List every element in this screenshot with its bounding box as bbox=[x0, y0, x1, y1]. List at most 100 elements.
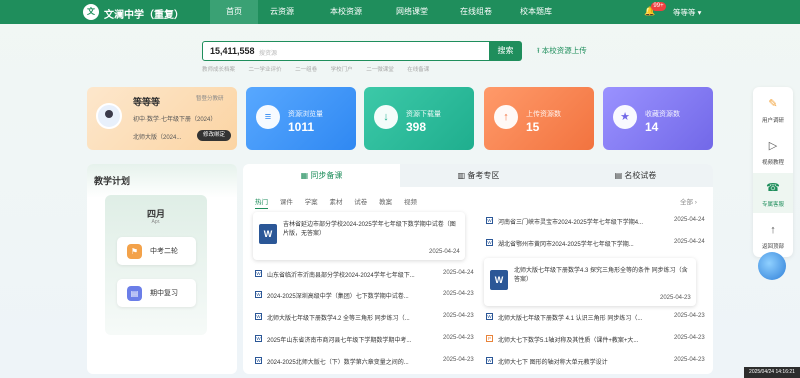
quick-link[interactable]: 二一微课堂 bbox=[366, 67, 394, 73]
stat-value: 1011 bbox=[288, 120, 315, 134]
sidebar-customer-service[interactable]: ☎ 专属客服 bbox=[753, 173, 793, 213]
stat-card-downloads[interactable]: ↓ 资源下载量 398 bbox=[364, 87, 474, 150]
sidebar-user-survey[interactable]: ✎ 用户调研 bbox=[753, 89, 793, 129]
sidebar-label: 用户调研 bbox=[761, 118, 784, 124]
system-clock: 2025/04/24 14:16:21 bbox=[744, 367, 800, 378]
resource-title: 北师大版七年级下册数学 4.1 认识三角形 同步练习（... bbox=[498, 316, 643, 322]
resource-row[interactable]: W 北师大版七年级下册数学 4.1 认识三角形 同步练习（... 2025-04-2… bbox=[486, 311, 708, 323]
pdf-doc-icon: P bbox=[486, 335, 493, 342]
resource-row[interactable]: W 北师大版七年级下册数学4.2 全等三角形 同步练习（... 2025-04-23 bbox=[255, 311, 477, 323]
plan-item-midterm-review[interactable]: ▤ 期中复习 bbox=[117, 279, 196, 307]
resource-row[interactable]: W 2025年山东省济南市商河县七年级下学期数学期中考... 2025-04-23 bbox=[255, 333, 477, 345]
nav-school-resources[interactable]: 本校资源 bbox=[322, 0, 370, 24]
resource-row[interactable]: W 山东省临沂市沂南县部分学校2024-2024学年七年级下... 2025-04-… bbox=[255, 268, 477, 280]
quick-link[interactable]: 二一学业评价 bbox=[249, 67, 282, 73]
upload-icon: ↑ bbox=[494, 105, 518, 129]
stat-value: 15 bbox=[526, 120, 540, 134]
tab-sync-prep[interactable]: ▦ 同步备课 bbox=[243, 164, 400, 187]
user-menu[interactable]: 等等等 ▾ bbox=[673, 7, 701, 18]
arrow-up-icon: ↑ bbox=[770, 224, 776, 236]
filter-study-guide[interactable]: 学案 bbox=[305, 199, 318, 206]
resource-title: 湖北省鄂州市黄冈市2024-2025学年七年级下学期... bbox=[498, 242, 634, 248]
quick-link[interactable]: 教师成长档案 bbox=[202, 67, 235, 73]
filter-lesson-plan[interactable]: 教案 bbox=[379, 199, 392, 206]
word-doc-icon: W bbox=[486, 217, 493, 224]
filter-test[interactable]: 试卷 bbox=[354, 199, 367, 206]
featured-resource-left[interactable]: W 吉林省延边市部分学校2024-2025学年七年级下数学期中试卷（图片版，无答… bbox=[253, 212, 465, 260]
plan-item-exam-review[interactable]: ⚑ 中考二轮 bbox=[117, 237, 196, 265]
resource-row[interactable]: W 北师大七下 图形的轴对称大单元教学设计 2025-04-23 bbox=[486, 355, 708, 367]
filter-video[interactable]: 视频 bbox=[404, 199, 417, 206]
view-all-link[interactable]: 全部 › bbox=[680, 196, 697, 206]
nav-home[interactable]: 首页 bbox=[210, 0, 258, 24]
resource-row[interactable]: W 2024-2025北师大版七（下）数学第六章变量之间的... 2025-04-2… bbox=[255, 355, 477, 367]
resource-row[interactable]: P 北师大七下数学5.1轴对称及其性质（课件+教案+大... 2025-04-23 bbox=[486, 333, 708, 345]
resource-title: 2024-2025深圳高级中学（集团）七下数学期中试卷... bbox=[267, 294, 409, 300]
resource-title: 2024-2025北师大版七（下）数学第六章变量之间的... bbox=[267, 360, 409, 366]
resource-date: 2025-04-24 bbox=[674, 217, 705, 223]
featured-resource-right[interactable]: W 北师大版七年级下册数学4.3 探究三角形全等的条件 同步练习（含答案） 20… bbox=[484, 258, 696, 306]
document-icon: ≡ bbox=[256, 105, 280, 129]
resource-panel: ▦ 同步备课 ▥ 备考专区 ▤ 名校试卷 热门 课件 学案 素材 试卷 教案 视… bbox=[243, 164, 713, 374]
sidebar-back-to-top[interactable]: ↑ 返回顶部 bbox=[753, 215, 793, 255]
school-name[interactable]: 文澜中学（重复） bbox=[104, 6, 184, 21]
month-card: 四月 Apr. ⚑ 中考二轮 ▤ 期中复习 bbox=[105, 195, 207, 335]
resource-type-filter: 热门 课件 学案 素材 试卷 教案 视频 bbox=[255, 196, 427, 209]
resource-date: 2025-04-23 bbox=[443, 357, 474, 363]
word-doc-icon: W bbox=[486, 357, 493, 364]
nav-online-paper[interactable]: 在线组卷 bbox=[452, 0, 500, 24]
nav-online-class[interactable]: 网络课堂 bbox=[388, 0, 436, 24]
filter-material[interactable]: 素材 bbox=[329, 199, 342, 206]
resource-row[interactable]: W 湖北省鄂州市黄冈市2024-2025学年七年级下学期... 2025-04-24 bbox=[486, 237, 708, 249]
upload-resource-link[interactable]: ⭱ 本校资源上传 bbox=[537, 45, 587, 58]
quick-link[interactable]: 学校门户 bbox=[331, 67, 353, 73]
word-doc-icon: W bbox=[255, 313, 262, 320]
resource-title: 北师大版七年级下册数学4.2 全等三角形 同步练习（... bbox=[267, 316, 410, 322]
stat-card-views[interactable]: ≡ 资源浏览量 1011 bbox=[246, 87, 356, 150]
word-doc-icon: W bbox=[486, 239, 493, 246]
tab-famous-school-papers[interactable]: ▤ 名校试卷 bbox=[557, 164, 713, 187]
word-doc-icon: W bbox=[255, 357, 262, 364]
top-nav-bar: 文 文澜中学（重复） 首页 云资源 本校资源 网络课堂 在线组卷 校本题库 🔔 … bbox=[0, 0, 800, 24]
plan-item-label: 期中复习 bbox=[150, 290, 178, 297]
video-icon: ▷ bbox=[768, 140, 778, 152]
resource-row[interactable]: W 河南省三门峡市灵宝市2024-2025学年七年级下学期4... 2025-04-… bbox=[486, 215, 708, 227]
word-doc-icon: W bbox=[255, 270, 262, 277]
sidebar-video-tutorial[interactable]: ▷ 视频教程 bbox=[753, 131, 793, 171]
assistant-bot-icon[interactable] bbox=[758, 252, 786, 280]
calendar-icon: ▦ bbox=[300, 171, 311, 180]
resource-tabs: ▦ 同步备课 ▥ 备考专区 ▤ 名校试卷 bbox=[243, 164, 713, 187]
resource-title: 北师大版七年级下册数学4.3 探究三角形全等的条件 同步练习（含答案） bbox=[514, 268, 688, 283]
resource-title: 山东省临沂市沂南县部分学校2024-2024学年七年级下... bbox=[267, 273, 415, 279]
resource-date: 2025-04-24 bbox=[674, 239, 705, 245]
search-box[interactable]: 15,411,558 搜资源 搜索 bbox=[202, 41, 522, 61]
stat-label: 收藏资源数 bbox=[645, 111, 680, 118]
quick-link[interactable]: 二一组卷 bbox=[295, 67, 317, 73]
tab-label: 同步备课 bbox=[310, 171, 343, 180]
star-icon: ★ bbox=[613, 105, 637, 129]
user-name: 等等等 bbox=[133, 97, 161, 107]
edit-binding-button[interactable]: 修改绑定 bbox=[197, 130, 231, 141]
stat-value: 398 bbox=[406, 120, 427, 134]
tab-label: 备考专区 bbox=[467, 171, 500, 180]
nav-cloud-resources[interactable]: 云资源 bbox=[258, 0, 306, 24]
switch-role-link[interactable]: 暂登分教研 bbox=[196, 94, 224, 102]
nav-school-question-bank[interactable]: 校本题库 bbox=[512, 0, 560, 24]
word-doc-icon: W bbox=[486, 313, 493, 320]
stat-card-uploads[interactable]: ↑ 上传资源数 15 bbox=[484, 87, 594, 150]
search-button[interactable]: 搜索 bbox=[489, 41, 522, 61]
tab-exam-prep[interactable]: ▥ 备考专区 bbox=[400, 164, 557, 187]
word-doc-icon: W bbox=[255, 335, 262, 342]
sidebar-label: 视频教程 bbox=[761, 160, 784, 166]
book-icon: ▥ bbox=[457, 171, 468, 180]
filter-hot[interactable]: 热门 bbox=[255, 199, 268, 209]
month-abbr: Apr. bbox=[151, 219, 161, 225]
search-input[interactable]: 搜资源 bbox=[259, 48, 277, 57]
resource-row[interactable]: W 2024-2025深圳高级中学（集团）七下数学期中试卷... 2025-04-2… bbox=[255, 289, 477, 301]
stat-card-favorites[interactable]: ★ 收藏资源数 14 bbox=[603, 87, 713, 150]
resource-title: 2025年山东省济南市商河县七年级下学期数学期中考... bbox=[267, 338, 412, 344]
word-doc-icon: W bbox=[259, 224, 277, 244]
upload-label: 本校资源上传 bbox=[541, 46, 587, 55]
quick-link[interactable]: 在线备课 bbox=[407, 67, 429, 73]
filter-courseware[interactable]: 课件 bbox=[280, 199, 293, 206]
